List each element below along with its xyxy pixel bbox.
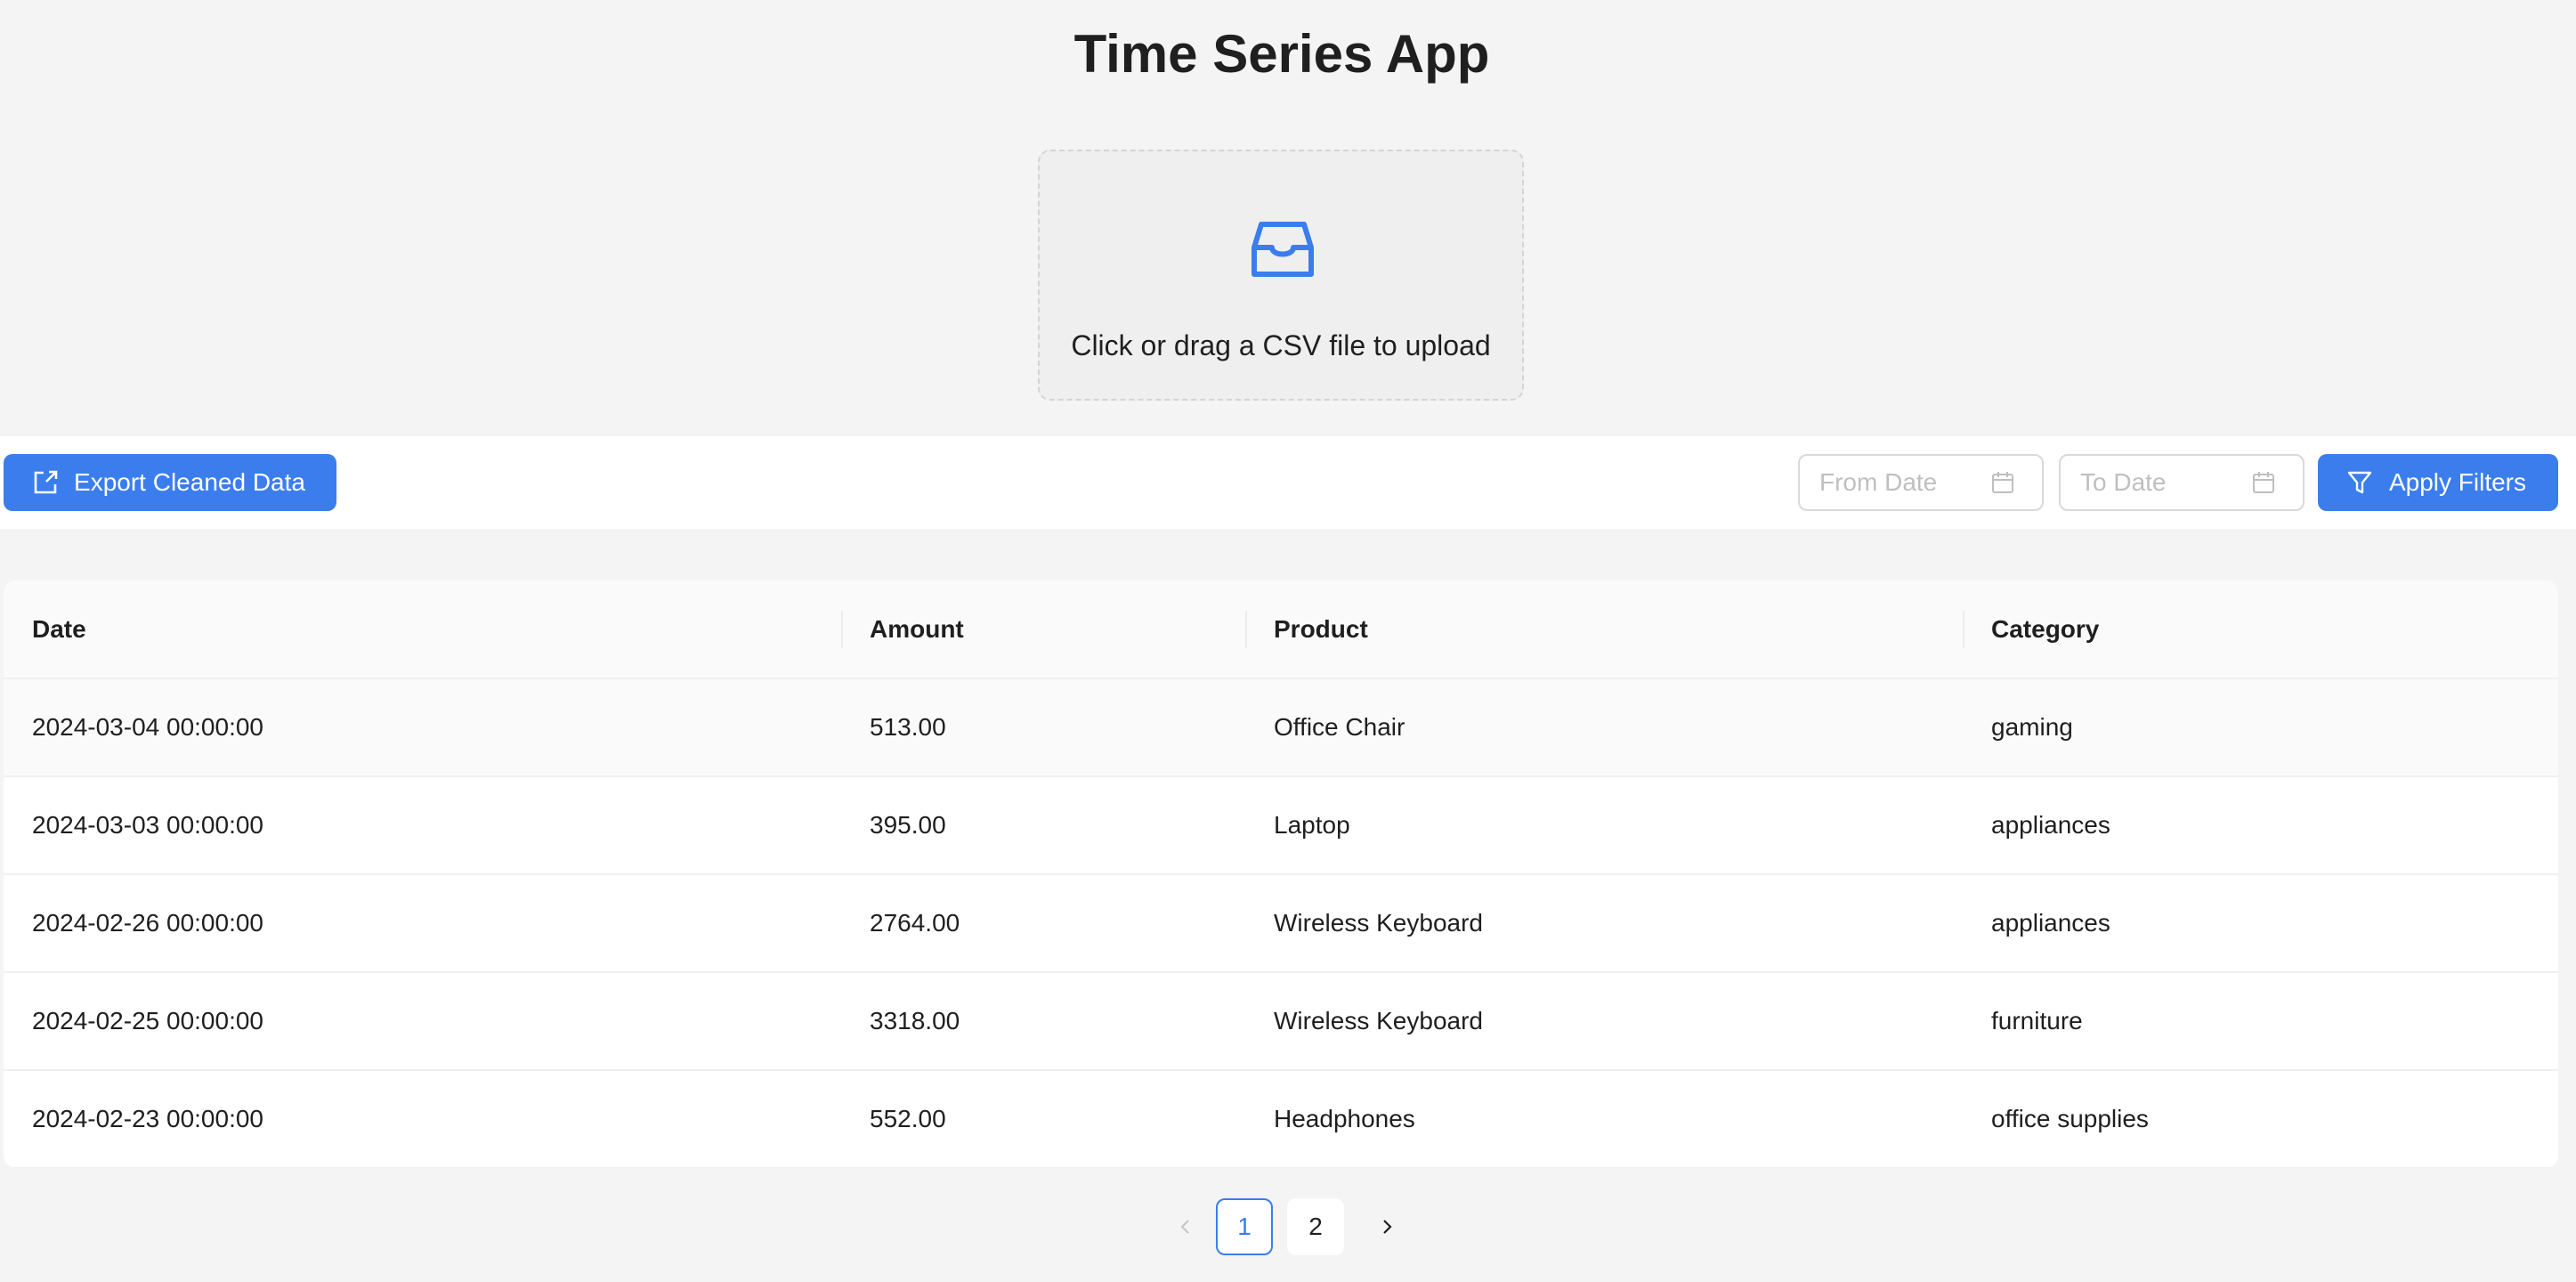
calendar-icon <box>2253 472 2274 493</box>
cell-product: Wireless Keyboard <box>1245 972 1963 1071</box>
to-date-input[interactable] <box>2080 456 2249 509</box>
chevron-right-icon <box>1383 1220 1392 1234</box>
apply-filters-button[interactable]: Apply Filters <box>2318 454 2558 511</box>
cell-date: 2024-03-04 00:00:00 <box>4 678 841 777</box>
table-row[interactable]: 2024-02-25 00:00:00 3318.00 Wireless Key… <box>4 972 2558 1071</box>
inbox-icon <box>1252 222 1314 277</box>
toolbar: Export Cleaned Data Apply Filters <box>0 436 2576 529</box>
cell-amount: 2764.00 <box>841 874 1245 973</box>
cell-product: Laptop <box>1245 776 1963 875</box>
chevron-left-icon <box>1180 1220 1189 1234</box>
table-row[interactable]: 2024-03-03 00:00:00 395.00 Laptop applia… <box>4 776 2558 875</box>
column-header-date[interactable]: Date <box>4 580 841 679</box>
apply-button-label: Apply Filters <box>2388 468 2527 496</box>
cell-category: furniture <box>1963 972 2558 1071</box>
cell-category: appliances <box>1963 874 2558 973</box>
csv-upload-dropzone[interactable]: Click or drag a CSV file to upload <box>1038 150 1524 401</box>
pagination: 1 2 <box>1157 1198 1415 1255</box>
column-header-product[interactable]: Product <box>1245 580 1963 679</box>
to-date-picker[interactable] <box>2059 454 2305 511</box>
cell-date: 2024-02-25 00:00:00 <box>4 972 841 1071</box>
cell-date: 2024-02-23 00:00:00 <box>4 1070 841 1168</box>
export-button-label: Export Cleaned Data <box>74 468 305 496</box>
page-1-button[interactable]: 1 <box>1216 1198 1273 1255</box>
cell-date: 2024-02-26 00:00:00 <box>4 874 841 973</box>
cell-amount: 3318.00 <box>841 972 1245 1071</box>
table-row[interactable]: 2024-03-04 00:00:00 513.00 Office Chair … <box>4 678 2558 777</box>
cell-category: appliances <box>1963 776 2558 875</box>
cell-amount: 395.00 <box>841 776 1245 875</box>
calendar-icon <box>1992 472 2013 493</box>
page-title: Time Series App <box>1073 24 1490 84</box>
from-date-input[interactable] <box>1819 456 1989 509</box>
filter-icon <box>2347 471 2372 494</box>
cell-category: office supplies <box>1963 1070 2558 1168</box>
table-header-row: Date Amount Product Category <box>4 580 2558 679</box>
export-icon <box>34 470 58 494</box>
cell-category: gaming <box>1963 678 2558 777</box>
export-cleaned-data-button[interactable]: Export Cleaned Data <box>4 454 336 511</box>
data-table: Date Amount Product Category 2024-03-04 … <box>4 580 2558 1168</box>
column-header-category[interactable]: Category <box>1963 580 2558 679</box>
column-header-amount[interactable]: Amount <box>841 580 1245 679</box>
page-2-button[interactable]: 2 <box>1287 1198 1344 1255</box>
next-page-button[interactable] <box>1358 1198 1415 1255</box>
cell-amount: 513.00 <box>841 678 1245 777</box>
table-row[interactable]: 2024-02-26 00:00:00 2764.00 Wireless Key… <box>4 874 2558 973</box>
cell-product: Office Chair <box>1245 678 1963 777</box>
cell-date: 2024-03-03 00:00:00 <box>4 776 841 875</box>
upload-hint: Click or drag a CSV file to upload <box>1071 329 1491 361</box>
cell-product: Wireless Keyboard <box>1245 874 1963 973</box>
cell-product: Headphones <box>1245 1070 1963 1168</box>
table-row[interactable]: 2024-02-23 00:00:00 552.00 Headphones of… <box>4 1070 2558 1168</box>
from-date-picker[interactable] <box>1798 454 2044 511</box>
prev-page-button[interactable] <box>1157 1198 1214 1255</box>
cell-amount: 552.00 <box>841 1070 1245 1168</box>
app-page: Time Series App Click or drag a CSV file… <box>0 0 2576 1282</box>
